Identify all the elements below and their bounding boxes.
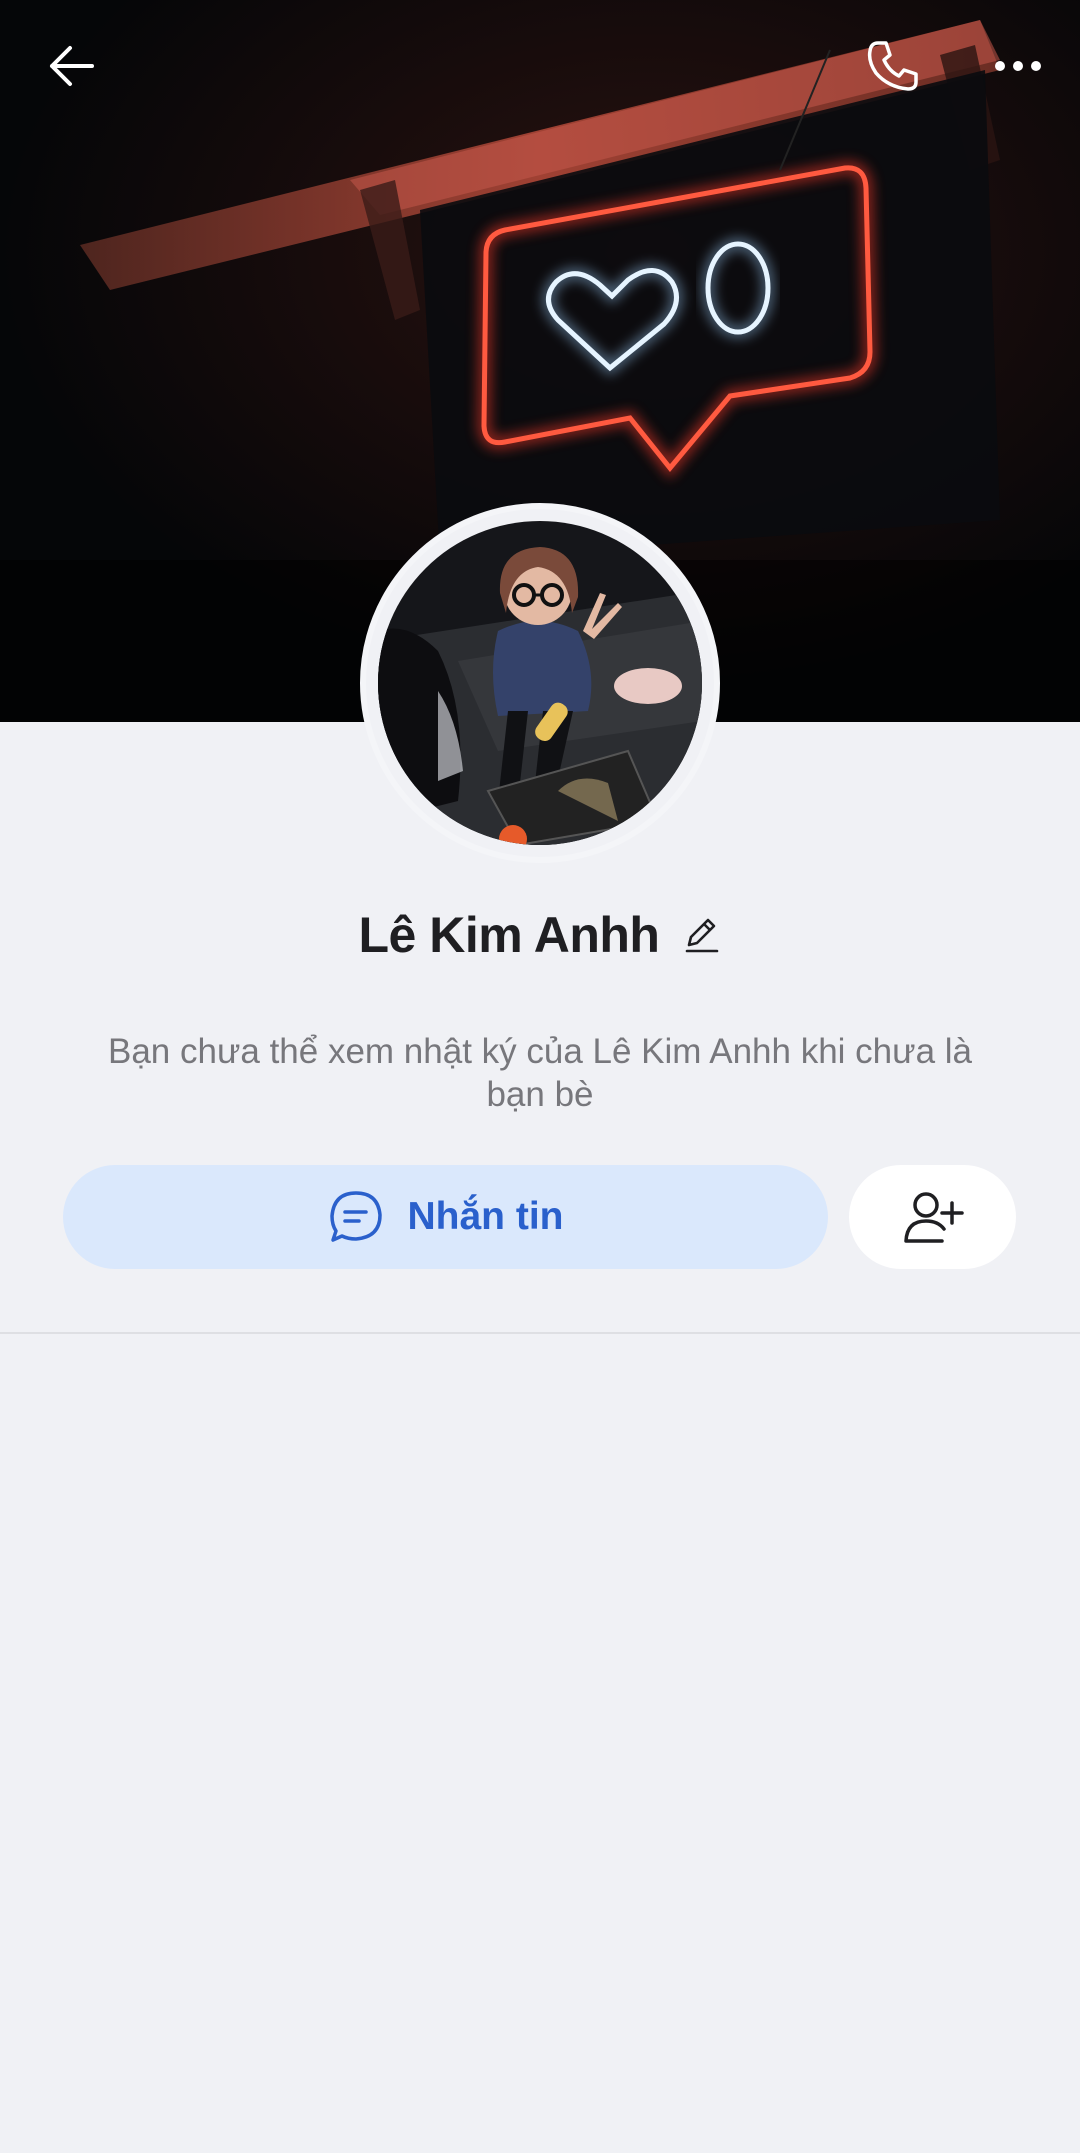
add-friend-button[interactable]	[849, 1165, 1016, 1269]
back-button[interactable]	[24, 24, 120, 108]
profile-name: Lê Kim Anhh	[358, 907, 660, 963]
message-button-label: Nhắn tin	[407, 1195, 564, 1238]
avatar	[378, 521, 702, 845]
profile-name-row: Lê Kim Anhh	[0, 895, 1080, 975]
more-options-button[interactable]	[970, 24, 1066, 108]
friend-restriction-notice: Bạn chưa thể xem nhật ký của Lê Kim Anhh…	[107, 1032, 972, 1114]
more-dots-icon	[995, 61, 1041, 71]
avatar-photo	[378, 521, 702, 845]
add-user-icon	[903, 1192, 964, 1243]
call-button[interactable]	[845, 24, 941, 108]
arrow-left-icon	[50, 46, 94, 86]
message-button[interactable]: Nhắn tin	[63, 1165, 828, 1269]
avatar-frame[interactable]	[360, 503, 720, 863]
chat-bubble-icon	[329, 1191, 382, 1242]
phone-icon	[867, 41, 918, 91]
section-divider	[0, 1332, 1080, 1334]
pencil-icon[interactable]	[681, 915, 721, 955]
